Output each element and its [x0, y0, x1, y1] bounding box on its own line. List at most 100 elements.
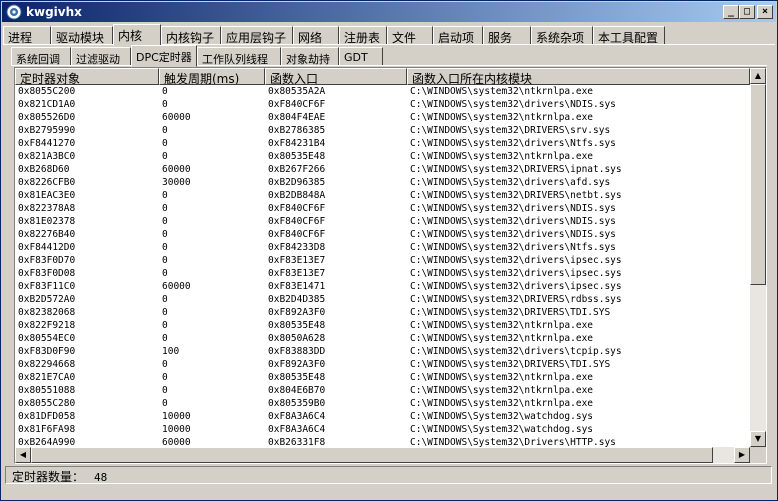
main-tab-6[interactable]: 注册表: [339, 26, 387, 45]
timer-count-label: 定时器数量：: [12, 470, 85, 484]
sub-tab-4[interactable]: 对象劫持: [281, 47, 339, 66]
dpc-timer-list[interactable]: 定时器对象 触发周期(ms) 函数入口 函数入口所在内核模块 0x8055C20…: [14, 67, 767, 464]
scroll-up-button[interactable]: ▲: [750, 68, 766, 84]
table-cell: C:\WINDOWS\system32\ntkrnlpa.exe: [410, 320, 594, 331]
column-header-period[interactable]: 触发周期(ms): [159, 68, 265, 85]
table-cell: C:\WINDOWS\system32\drivers\NDIS.sys: [410, 99, 616, 110]
column-header-timer-object[interactable]: 定时器对象: [15, 68, 159, 85]
table-cell: 0xF8A3A6C4: [268, 424, 326, 435]
table-row[interactable]: 0x81F6FA98 10000 0xF8A3A6C4 C:\WINDOWS\Syst…: [15, 423, 750, 436]
table-cell: 0: [162, 333, 168, 344]
column-header-entry[interactable]: 函数入口: [265, 68, 407, 85]
main-tab-11[interactable]: 本工具配置: [593, 26, 665, 45]
table-cell: 0x821E7CA0: [18, 372, 76, 383]
table-cell: 0x82382068: [18, 307, 76, 318]
table-row[interactable]: 0x8055C200 0 0x80535A2A C:\WINDOWS\system32…: [15, 85, 750, 98]
sub-tab-1[interactable]: 过滤驱动: [71, 47, 131, 66]
horizontal-scrollbar[interactable]: ◀ ▶: [15, 447, 750, 463]
table-cell: C:\WINDOWS\System32\watchdog.sys: [410, 424, 594, 435]
table-cell: 0x80535A2A: [268, 86, 326, 97]
scroll-right-button[interactable]: ▶: [734, 447, 750, 463]
table-cell: 30000: [162, 177, 191, 188]
table-row[interactable]: 0x8055C280 0 0x805359B0 C:\WINDOWS\system32…: [15, 397, 750, 410]
main-tab-4[interactable]: 应用层钩子: [221, 26, 293, 45]
table-cell: C:\WINDOWS\system32\DRIVERS\srv.sys: [410, 125, 611, 136]
table-cell: 0xF83D0F90: [18, 346, 76, 357]
table-cell: C:\WINDOWS\system32\ntkrnlpa.exe: [410, 333, 594, 344]
close-button[interactable]: ×: [757, 5, 773, 19]
table-row[interactable]: 0xF83F0D08 0 0xF83E13E7 C:\WINDOWS\system32…: [15, 267, 750, 280]
table-cell: 0xF83E1471: [268, 281, 326, 292]
vertical-scrollbar[interactable]: ▲ ▼: [750, 68, 766, 447]
main-tab-9[interactable]: 服务: [483, 26, 531, 45]
main-tab-2[interactable]: 内核: [113, 24, 161, 46]
main-tab-3[interactable]: 内核钩子: [161, 26, 221, 45]
table-cell: 0x8050A628: [268, 333, 326, 344]
table-row[interactable]: 0xF83D0F90 100 0xF83883DD C:\WINDOWS\system…: [15, 345, 750, 358]
table-row[interactable]: 0x821CD1A0 0 0xF840CF6F C:\WINDOWS\system32…: [15, 98, 750, 111]
vertical-scroll-thumb[interactable]: [750, 84, 766, 285]
table-row[interactable]: 0x822378A8 0 0xF840CF6F C:\WINDOWS\system32…: [15, 202, 750, 215]
table-cell: 0xB2795990: [18, 125, 76, 136]
table-cell: 0xF84231B4: [268, 138, 326, 149]
table-row[interactable]: 0x82276B40 0 0xF840CF6F C:\WINDOWS\system32…: [15, 228, 750, 241]
sub-tab-0[interactable]: 系统回调: [11, 47, 71, 66]
table-cell: C:\WINDOWS\system32\drivers\ipsec.sys: [410, 281, 622, 292]
sub-tab-2[interactable]: DPC定时器: [131, 45, 197, 67]
table-row[interactable]: 0x82382068 0 0xF892A3F0 C:\WINDOWS\system32…: [15, 306, 750, 319]
table-cell: 0x805359B0: [268, 398, 326, 409]
main-tab-1[interactable]: 驱动模块: [51, 26, 113, 45]
table-row[interactable]: 0xB2D572A0 0 0xB2D4D385 C:\WINDOWS\system32…: [15, 293, 750, 306]
table-row[interactable]: 0x821E7CA0 0 0x80535E48 C:\WINDOWS\system32…: [15, 371, 750, 384]
table-cell: 0xB2D96385: [268, 177, 326, 188]
table-row[interactable]: 0x822F9218 0 0x80535E48 C:\WINDOWS\system32…: [15, 319, 750, 332]
main-tab-10[interactable]: 系统杂项: [531, 26, 593, 45]
minimize-button[interactable]: _: [723, 5, 739, 19]
table-cell: 60000: [162, 281, 191, 292]
table-row[interactable]: 0x805526D0 60000 0x804F4EAE C:\WINDOWS\syst…: [15, 111, 750, 124]
table-cell: 0x821CD1A0: [18, 99, 76, 110]
table-row[interactable]: 0x821A3BC0 0 0x80535E48 C:\WINDOWS\system32…: [15, 150, 750, 163]
table-row[interactable]: 0xF83F11C0 60000 0xF83E1471 C:\WINDOWS\syst…: [15, 280, 750, 293]
table-row[interactable]: 0x80554EC0 0 0x8050A628 C:\WINDOWS\system32…: [15, 332, 750, 345]
main-tab-8[interactable]: 启动项: [433, 26, 483, 45]
table-cell: 0x82294668: [18, 359, 76, 370]
title-bar[interactable]: kwgivhx _ □ ×: [2, 2, 776, 22]
table-row[interactable]: 0x80551088 0 0x804E6B70 C:\WINDOWS\system32…: [15, 384, 750, 397]
horizontal-scroll-thumb[interactable]: [31, 447, 713, 463]
main-tab-7[interactable]: 文件: [387, 26, 433, 45]
table-cell: C:\WINDOWS\system32\ntkrnlpa.exe: [410, 86, 594, 97]
table-cell: 0x81EAC3E0: [18, 190, 76, 201]
sub-tab-5[interactable]: GDT: [339, 47, 383, 66]
main-tab-5[interactable]: 网络: [293, 26, 339, 45]
table-row[interactable]: 0x8226CFB0 30000 0xB2D96385 C:\WINDOWS\Syst…: [15, 176, 750, 189]
table-cell: 0: [162, 359, 168, 370]
table-row[interactable]: 0x81DFD058 10000 0xF8A3A6C4 C:\WINDOWS\Syst…: [15, 410, 750, 423]
main-tab-0[interactable]: 进程: [3, 26, 51, 45]
table-cell: C:\WINDOWS\system32\ntkrnlpa.exe: [410, 385, 594, 396]
sub-tab-3[interactable]: 工作队列线程: [197, 47, 281, 66]
table-row[interactable]: 0xB2795990 0 0xB2786385 C:\WINDOWS\system32…: [15, 124, 750, 137]
table-row[interactable]: 0x81E02378 0 0xF840CF6F C:\WINDOWS\system32…: [15, 215, 750, 228]
table-cell: C:\WINDOWS\system32\drivers\Ntfs.sys: [410, 138, 616, 149]
table-row[interactable]: 0x82294668 0 0xF892A3F0 C:\WINDOWS\system32…: [15, 358, 750, 371]
table-cell: 0xB2DB848A: [268, 190, 326, 201]
table-cell: 0x81E02378: [18, 216, 76, 227]
table-cell: 0x81F6FA98: [18, 424, 76, 435]
table-row[interactable]: 0xF84412D0 0 0xF84233D8 C:\WINDOWS\system32…: [15, 241, 750, 254]
scroll-left-button[interactable]: ◀: [15, 447, 31, 463]
table-cell: C:\WINDOWS\system32\DRIVERS\netbt.sys: [410, 190, 622, 201]
table-row[interactable]: 0x81EAC3E0 0 0xB2DB848A C:\WINDOWS\system32…: [15, 189, 750, 202]
table-cell: 0xF83883DD: [268, 346, 326, 357]
table-cell: 0: [162, 216, 168, 227]
table-cell: 0xF892A3F0: [268, 307, 326, 318]
table-row[interactable]: 0xF83F0D70 0 0xF83E13E7 C:\WINDOWS\system32…: [15, 254, 750, 267]
table-cell: C:\WINDOWS\system32\DRIVERS\TDI.SYS: [410, 359, 611, 370]
table-cell: 0: [162, 190, 168, 201]
table-cell: 0xF83F11C0: [18, 281, 76, 292]
column-header-module[interactable]: 函数入口所在内核模块: [407, 68, 750, 85]
table-row[interactable]: 0xF8441270 0 0xF84231B4 C:\WINDOWS\system32…: [15, 137, 750, 150]
maximize-button[interactable]: □: [739, 5, 755, 19]
scroll-down-button[interactable]: ▼: [750, 431, 766, 447]
table-row[interactable]: 0xB268D60 60000 0xB267F266 C:\WINDOWS\syste…: [15, 163, 750, 176]
